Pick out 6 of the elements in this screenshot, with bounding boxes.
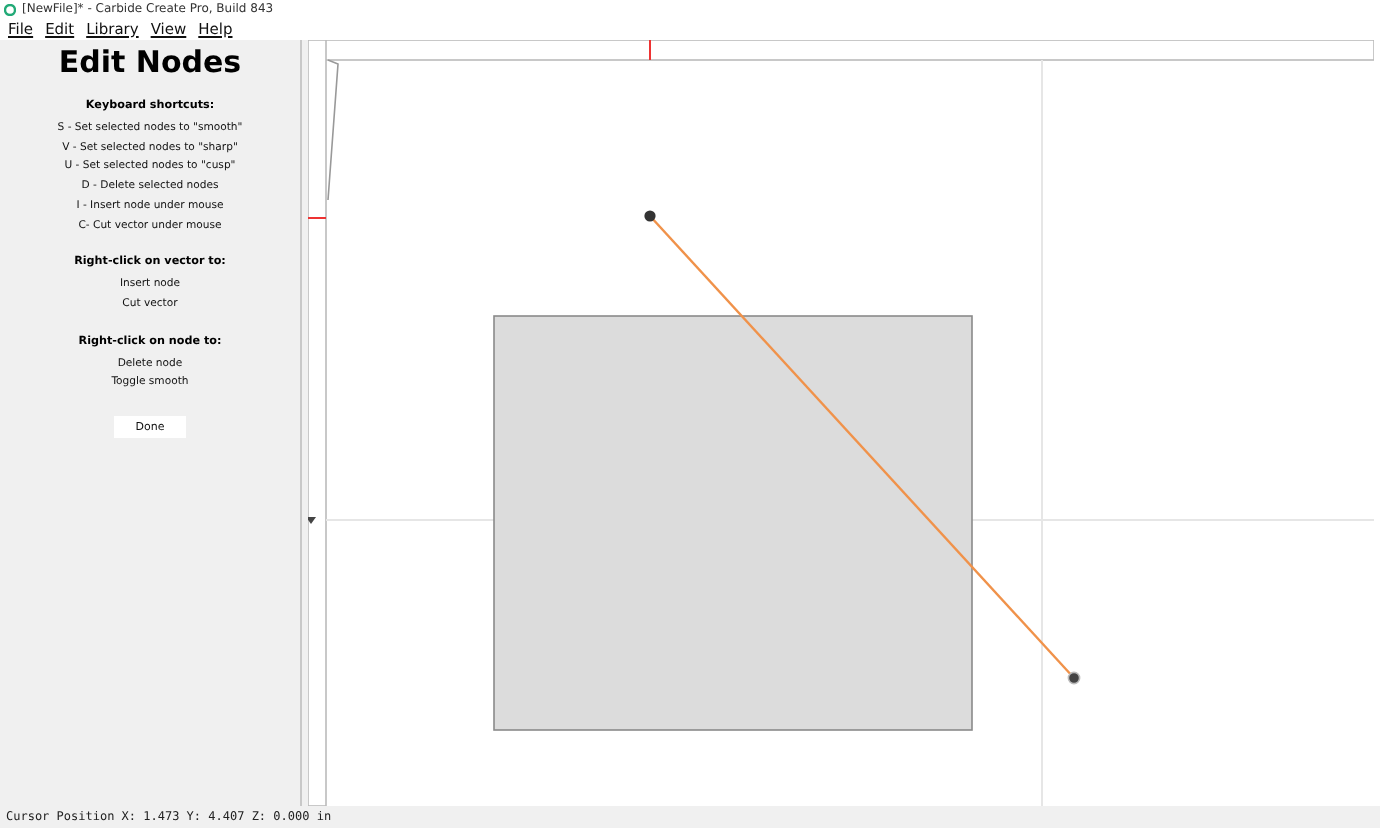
guide-line: [327, 59, 339, 201]
node-handle[interactable]: [644, 210, 656, 222]
app-icon: [4, 3, 16, 15]
origin-marker-icon: [308, 517, 316, 524]
panel-title: Edit Nodes: [58, 44, 242, 80]
node-handle[interactable]: [1067, 671, 1081, 685]
